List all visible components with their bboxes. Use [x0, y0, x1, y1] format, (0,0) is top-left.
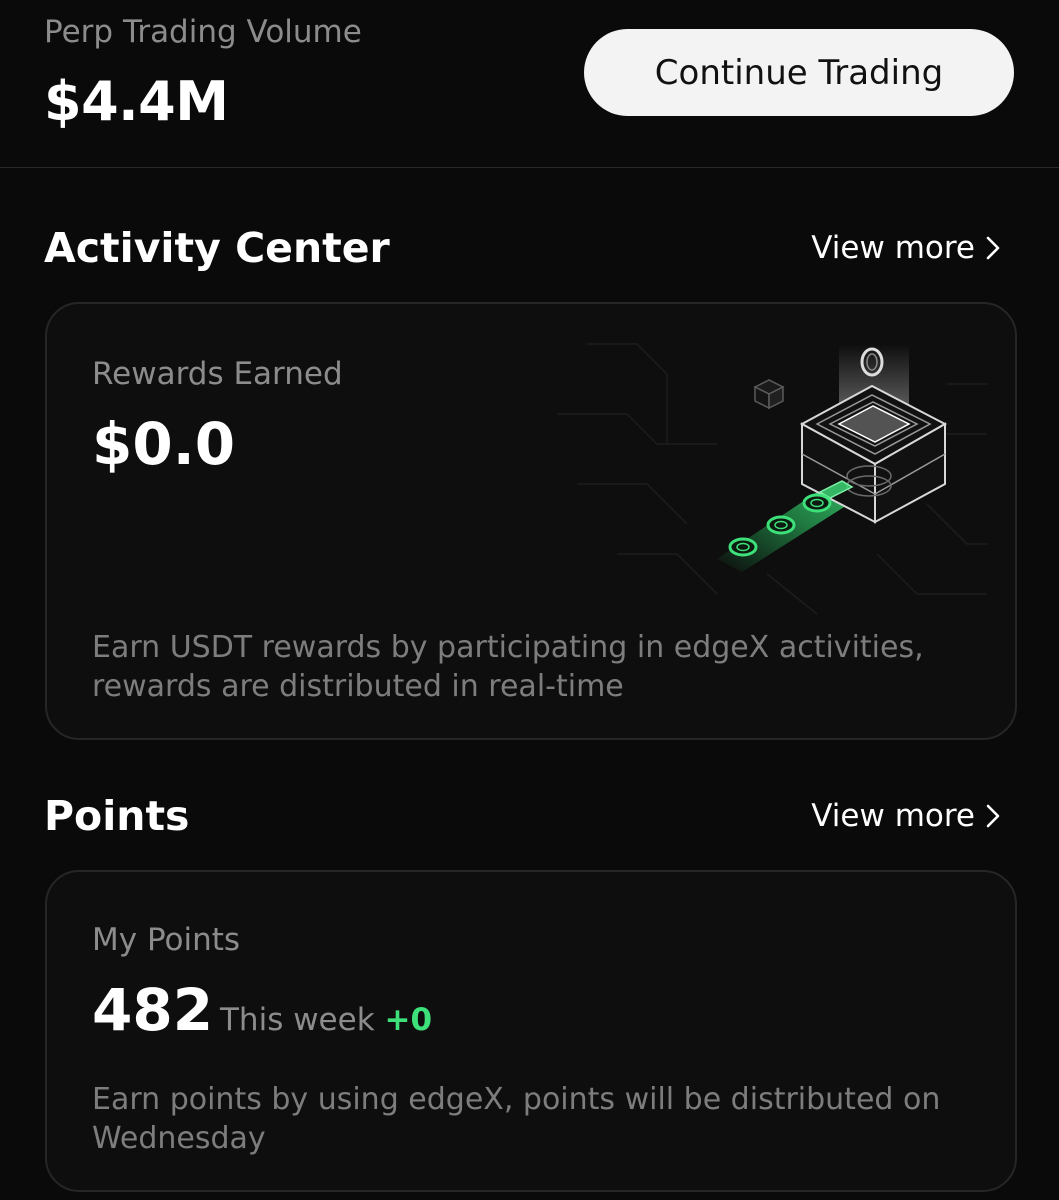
view-more-label: View more: [811, 798, 975, 834]
activity-view-more-link[interactable]: View more: [811, 230, 1001, 266]
rewards-earned-label: Rewards Earned: [92, 356, 343, 392]
weekly-points: This week +0: [220, 1002, 432, 1038]
points-description: Earn points by using edgeX, points will …: [92, 1082, 941, 1156]
continue-trading-button[interactable]: Continue Trading: [584, 29, 1014, 116]
view-more-label: View more: [811, 230, 975, 266]
points-view-more-link[interactable]: View more: [811, 798, 1001, 834]
trading-volume-header: Perp Trading Volume $4.4M Continue Tradi…: [0, 0, 1059, 168]
points-card[interactable]: My Points 482 This week +0 Earn points b…: [45, 870, 1017, 1192]
volume-value: $4.4M: [44, 70, 229, 133]
rewards-card[interactable]: Rewards Earned $0.0 Earn USDT rewards by…: [45, 302, 1017, 740]
rewards-earned-value: $0.0: [92, 410, 236, 478]
reward-box-icon: [557, 343, 987, 615]
activity-center-title: Activity Center: [44, 224, 390, 272]
chevron-right-icon: [986, 236, 1000, 260]
weekly-delta-value: +0: [384, 1002, 433, 1038]
rewards-description: Earn USDT rewards by participating in ed…: [92, 630, 924, 704]
my-points-value: 482: [92, 976, 214, 1044]
chevron-right-icon: [986, 804, 1000, 828]
volume-label: Perp Trading Volume: [44, 14, 362, 50]
points-title: Points: [44, 792, 190, 840]
this-week-label: This week: [220, 1002, 375, 1038]
my-points-label: My Points: [92, 922, 241, 958]
